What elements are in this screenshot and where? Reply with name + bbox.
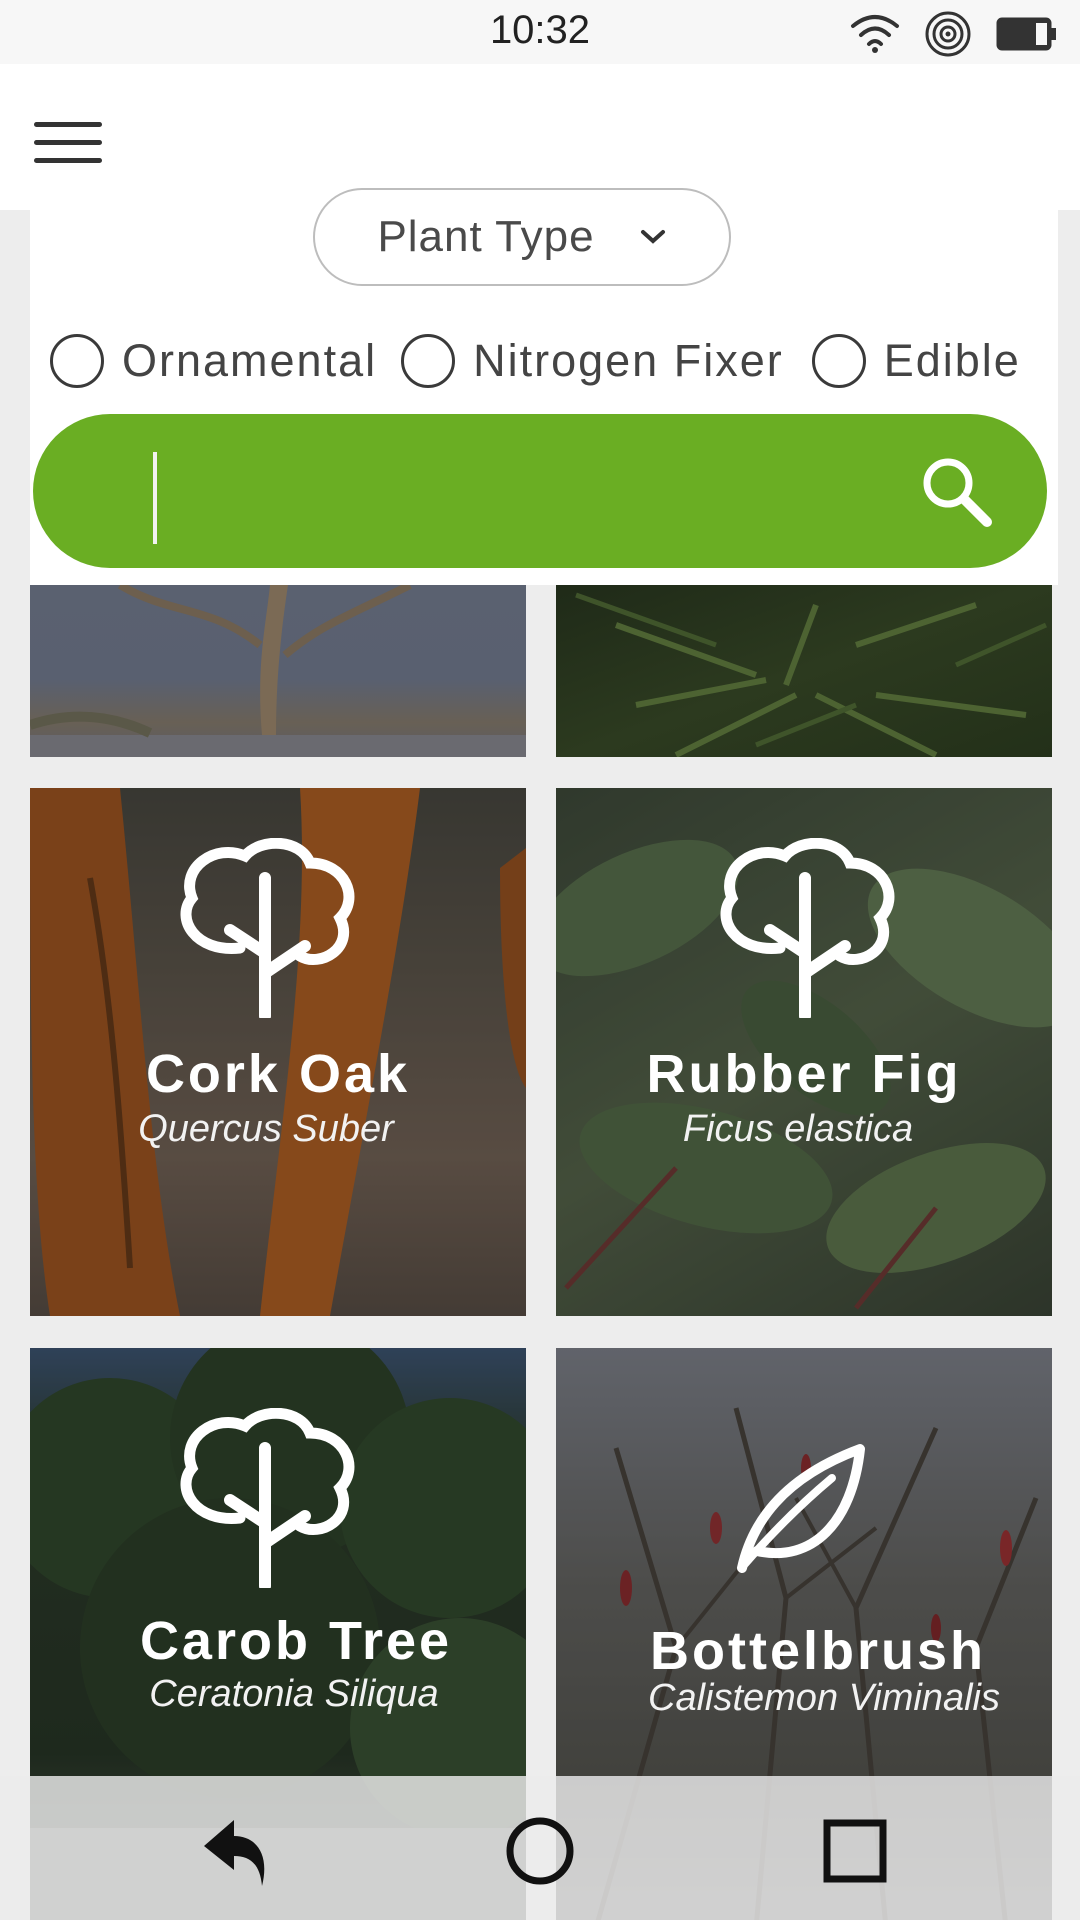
hotspot-icon: [925, 11, 971, 57]
radio-ornamental[interactable]: Ornamental: [50, 334, 377, 388]
leaf-icon: [737, 1444, 865, 1573]
plant-name: Bottelbrush: [650, 1621, 986, 1681]
tree-icon: [180, 838, 355, 1018]
plant-grid: Cork Oak Quercus Suber Rubber Fig Ficus …: [0, 585, 1080, 1920]
tree-icon: [720, 838, 895, 1018]
radio-label: Edible: [883, 335, 1021, 386]
plant-card-cork-oak[interactable]: Cork Oak Quercus Suber: [30, 788, 526, 1316]
tree-icon: [180, 1408, 355, 1588]
plant-type-dropdown[interactable]: Plant Type: [313, 188, 731, 286]
palm-photo: [575, 592, 1048, 757]
radio-circle[interactable]: [401, 334, 456, 388]
plant-name: Carob Tree: [139, 1611, 453, 1671]
wifi-icon: [851, 15, 899, 53]
plant-latin-name: Quercus Suber: [138, 1108, 394, 1150]
status-icons: [850, 11, 1058, 57]
navigation-bar: [0, 1776, 1080, 1920]
filter-panel: Plant Type Ornamental Nitrogen Fixer Edi…: [30, 188, 1058, 585]
chevron-down-icon: [640, 230, 665, 244]
search-input[interactable]: [33, 414, 1047, 568]
plant-name: Rubber Fig: [646, 1044, 962, 1104]
text-cursor: [153, 452, 157, 544]
plant-latin-name: Ficus elastica: [682, 1108, 914, 1150]
plant-card-rubber-fig[interactable]: Rubber Fig Ficus elastica: [556, 788, 1052, 1316]
back-icon[interactable]: [190, 1806, 280, 1896]
search-icon[interactable]: [917, 452, 997, 532]
radio-edible[interactable]: Edible: [811, 334, 1021, 388]
menu-icon[interactable]: [34, 122, 102, 166]
radio-circle[interactable]: [50, 334, 104, 388]
plant-type-label: Plant Type: [377, 212, 595, 261]
plant-name: Cork Oak: [145, 1044, 411, 1104]
radio-label: Ornamental: [122, 335, 378, 386]
plant-latin-name: Ceratonia Siliqua: [149, 1673, 439, 1715]
battery-icon: [996, 17, 1056, 51]
radio-nitrogen-fixer[interactable]: Nitrogen Fixer: [401, 334, 784, 388]
plant-filter-options: Ornamental Nitrogen Fixer Edible: [50, 320, 1050, 402]
radio-label: Nitrogen Fixer: [473, 335, 784, 386]
home-icon[interactable]: [495, 1806, 585, 1896]
tree-photo: [30, 585, 526, 757]
plant-card[interactable]: [30, 585, 526, 757]
status-bar: 10:32: [0, 0, 1080, 64]
radio-circle[interactable]: [811, 334, 866, 388]
plant-latin-name: Calistemon Viminalis: [648, 1677, 1000, 1719]
plant-card[interactable]: [556, 585, 1052, 757]
recents-icon[interactable]: [810, 1806, 900, 1896]
